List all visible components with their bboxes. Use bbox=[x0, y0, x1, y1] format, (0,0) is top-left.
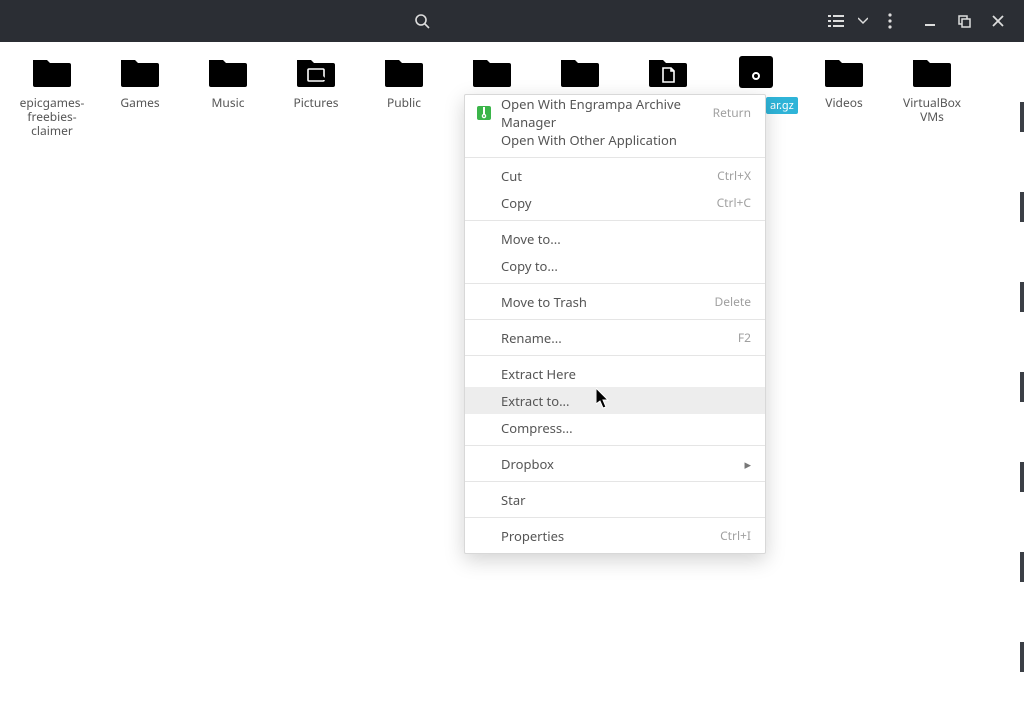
menu-item-label: Star bbox=[501, 491, 751, 509]
context-menu: Open With Engrampa Archive ManagerReturn… bbox=[464, 94, 766, 554]
menu-item-label: Move to Trash bbox=[501, 293, 715, 311]
file-item-folder[interactable]: VirtualBox VMs bbox=[888, 54, 976, 144]
file-item-folder[interactable]: Music bbox=[184, 54, 272, 144]
titlebar bbox=[0, 0, 1024, 42]
menu-item-label: Properties bbox=[501, 527, 720, 545]
menu-item-shortcut: Ctrl+X bbox=[717, 167, 751, 184]
folder-icon bbox=[295, 54, 337, 90]
folder-icon bbox=[119, 54, 161, 90]
menu-item-label: Dropbox bbox=[501, 455, 744, 473]
context-menu-item[interactable]: CutCtrl+X bbox=[465, 162, 765, 189]
file-manager-window: epicgames-freebies-claimer Games Music Pict… bbox=[0, 0, 1024, 706]
menu-item-shortcut: Ctrl+C bbox=[717, 194, 751, 211]
menu-item-shortcut: Return bbox=[713, 104, 751, 121]
context-menu-item[interactable]: Dropbox▸ bbox=[465, 450, 765, 477]
file-item-folder[interactable]: Pictures bbox=[272, 54, 360, 144]
folder-icon bbox=[207, 54, 249, 90]
file-item-folder[interactable]: Videos bbox=[800, 54, 888, 144]
maximize-icon[interactable] bbox=[948, 5, 980, 37]
context-menu-item[interactable]: Open With Engrampa Archive ManagerReturn bbox=[465, 99, 765, 126]
context-menu-item[interactable]: Star bbox=[465, 486, 765, 513]
menu-item-label: Copy bbox=[501, 194, 717, 212]
context-menu-item[interactable]: Extract to... bbox=[465, 387, 765, 414]
menu-item-shortcut: Ctrl+I bbox=[720, 527, 751, 544]
menu-item-shortcut: Delete bbox=[715, 293, 752, 310]
file-item-label: Public bbox=[387, 96, 421, 110]
close-icon[interactable] bbox=[982, 5, 1014, 37]
context-menu-item[interactable]: Compress... bbox=[465, 414, 765, 441]
content-area[interactable]: epicgames-freebies-claimer Games Music Pict… bbox=[0, 42, 1024, 706]
menu-item-label: Extract Here bbox=[501, 365, 751, 383]
menu-item-label: Compress... bbox=[501, 419, 751, 437]
file-item-label: Games bbox=[120, 96, 159, 110]
folder-icon bbox=[911, 54, 953, 90]
file-item-label: Pictures bbox=[293, 96, 338, 110]
context-menu-separator bbox=[465, 319, 765, 320]
menu-item-label: Copy to... bbox=[501, 257, 751, 275]
folder-icon bbox=[647, 54, 689, 90]
folder-icon bbox=[559, 54, 601, 90]
menu-item-label: Rename... bbox=[501, 329, 738, 347]
archive-icon bbox=[735, 54, 777, 90]
search-icon[interactable] bbox=[406, 5, 438, 37]
file-item-label: Videos bbox=[825, 96, 862, 110]
minimize-icon[interactable] bbox=[914, 5, 946, 37]
menu-item-label: Open With Engrampa Archive Manager bbox=[501, 95, 713, 131]
context-menu-separator bbox=[465, 517, 765, 518]
context-menu-item[interactable]: Move to... bbox=[465, 225, 765, 252]
file-item-label: VirtualBox VMs bbox=[891, 96, 973, 124]
context-menu-item[interactable]: CopyCtrl+C bbox=[465, 189, 765, 216]
context-menu-separator bbox=[465, 445, 765, 446]
menu-item-label: Cut bbox=[501, 167, 717, 185]
archive-app-icon bbox=[477, 106, 495, 120]
list-view-icon[interactable] bbox=[820, 5, 852, 37]
context-menu-separator bbox=[465, 355, 765, 356]
context-menu-separator bbox=[465, 283, 765, 284]
chevron-down-icon[interactable] bbox=[854, 5, 872, 37]
menu-item-label: Extract to... bbox=[501, 392, 751, 410]
context-menu-item[interactable]: Rename...F2 bbox=[465, 324, 765, 351]
file-item-folder[interactable]: Games bbox=[96, 54, 184, 144]
folder-icon bbox=[31, 54, 73, 90]
file-item-label: Music bbox=[212, 96, 245, 110]
context-menu-item[interactable]: Open With Other Application bbox=[465, 126, 765, 153]
folder-icon bbox=[471, 54, 513, 90]
file-item-folder[interactable]: Public bbox=[360, 54, 448, 144]
context-menu-item[interactable]: Move to TrashDelete bbox=[465, 288, 765, 315]
context-menu-separator bbox=[465, 481, 765, 482]
context-menu-separator bbox=[465, 220, 765, 221]
context-menu-separator bbox=[465, 157, 765, 158]
window-edge bbox=[1020, 92, 1024, 706]
context-menu-item[interactable]: Extract Here bbox=[465, 360, 765, 387]
context-menu-item[interactable]: PropertiesCtrl+I bbox=[465, 522, 765, 549]
context-menu-item[interactable]: Copy to... bbox=[465, 252, 765, 279]
file-item-label: epicgames-freebies-claimer bbox=[11, 96, 93, 138]
folder-icon bbox=[383, 54, 425, 90]
folder-icon bbox=[823, 54, 865, 90]
menu-item-label: Open With Other Application bbox=[501, 131, 751, 149]
file-item-folder[interactable]: epicgames-freebies-claimer bbox=[8, 54, 96, 144]
kebab-menu-icon[interactable] bbox=[874, 5, 906, 37]
menu-item-shortcut: F2 bbox=[738, 329, 751, 346]
selected-file-badge: ar.gz bbox=[766, 97, 798, 114]
menu-item-label: Move to... bbox=[501, 230, 751, 248]
chevron-right-icon: ▸ bbox=[744, 455, 751, 473]
